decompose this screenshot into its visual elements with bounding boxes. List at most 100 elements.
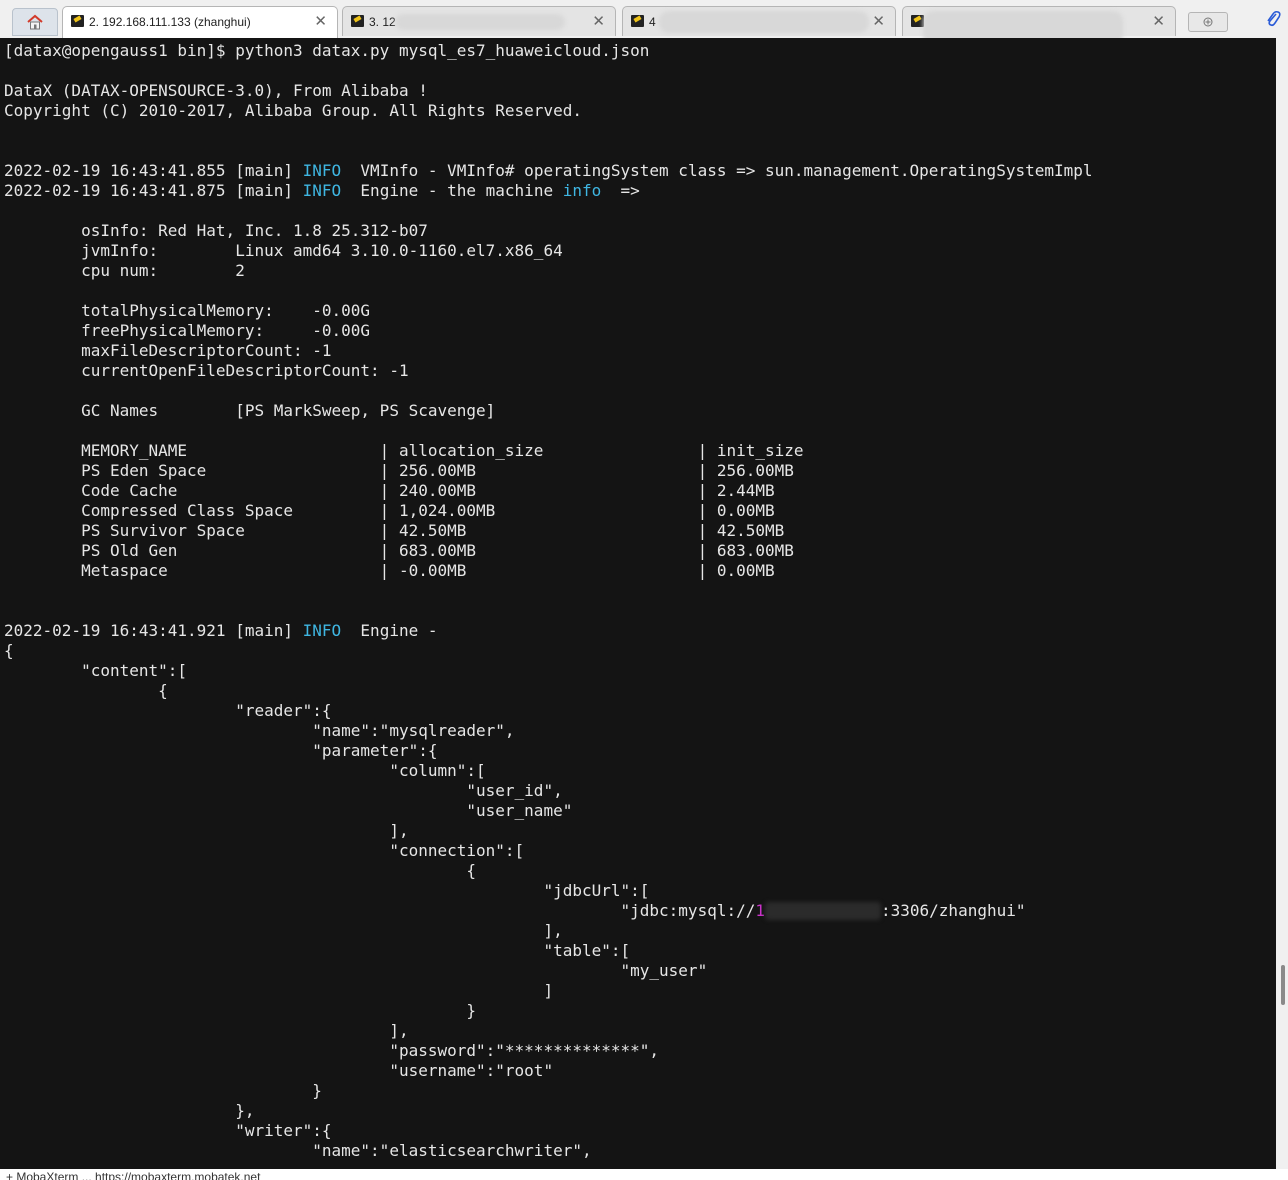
terminal-text-segment: cpu num: 2: [4, 261, 245, 280]
terminal-line: currentOpenFileDescriptorCount: -1: [4, 361, 1093, 381]
log-level-info: INFO: [302, 161, 342, 180]
terminal-line: PS Old Gen | 683.00MB | 683.00MB: [4, 541, 1093, 561]
terminal-text-segment: [datax@opengauss1 bin]$ python3 datax.py…: [4, 41, 650, 60]
terminal-line: ],: [4, 921, 1093, 941]
terminal-text-segment: "my_user": [4, 961, 708, 980]
terminal-text-segment: Copyright (C) 2010-2017, Alibaba Group. …: [4, 101, 582, 120]
terminal-text-segment: },: [4, 1101, 255, 1120]
tab-session-5[interactable]: ✕: [902, 6, 1176, 45]
terminal-text-segment: GC Names [PS MarkSweep, PS Scavenge]: [4, 401, 496, 420]
terminal-session-icon: [71, 15, 84, 27]
terminal-line: 2022-02-19 16:43:41.921 [main] INFO Engi…: [4, 621, 1093, 641]
terminal-text-segment: =>: [601, 181, 640, 200]
home-icon: [27, 14, 43, 30]
terminal-text-segment: "name":"elasticsearchwriter",: [4, 1141, 592, 1160]
terminal-line: [datax@opengauss1 bin]$ python3 datax.py…: [4, 41, 1093, 61]
tab-session-2[interactable]: 2. 192.168.111.133 (zhanghui) ✕: [62, 6, 338, 38]
terminal-text-segment: Engine -: [341, 621, 438, 640]
terminal-text-segment: "table":[: [4, 941, 631, 960]
terminal-text-segment: "parameter":{: [4, 741, 438, 760]
terminal-line: Copyright (C) 2010-2017, Alibaba Group. …: [4, 101, 1093, 121]
close-icon[interactable]: ✕: [1152, 12, 1165, 30]
terminal-text-segment: ]: [4, 981, 554, 1000]
terminal-line: "parameter":{: [4, 741, 1093, 761]
terminal-text-segment: currentOpenFileDescriptorCount: -1: [4, 361, 409, 380]
terminal-text-segment: "password":"**************",: [4, 1041, 660, 1060]
terminal-text-segment: freePhysicalMemory: -0.00G: [4, 321, 371, 340]
tab-session-4[interactable]: 4 ✕: [622, 6, 896, 36]
terminal-line: jvmInfo: Linux amd64 3.10.0-1160.el7.x86…: [4, 241, 1093, 261]
tab-label: 3. 12: [369, 15, 396, 29]
terminal-text-segment: "name":"mysqlreader",: [4, 721, 515, 740]
terminal-line: "jdbc:mysql://1:3306/zhanghui": [4, 901, 1093, 921]
terminal-line: "my_user": [4, 961, 1093, 981]
terminal-line: "password":"**************",: [4, 1041, 1093, 1061]
terminal-text-segment: PS Old Gen | 683.00MB | 683.00MB: [4, 541, 794, 560]
terminal-output[interactable]: [datax@opengauss1 bin]$ python3 datax.py…: [0, 38, 1276, 1169]
paperclip-icon[interactable]: [1265, 9, 1281, 29]
terminal-line: ],: [4, 821, 1093, 841]
terminal-line: Code Cache | 240.00MB | 2.44MB: [4, 481, 1093, 501]
terminal-line: DataX (DATAX-OPENSOURCE-3.0), From Aliba…: [4, 81, 1093, 101]
terminal-line: PS Survivor Space | 42.50MB | 42.50MB: [4, 521, 1093, 541]
terminal-text-segment: "connection":[: [4, 841, 525, 860]
terminal-line: "name":"mysqlreader",: [4, 721, 1093, 741]
tab-bar: 2. 192.168.111.133 (zhanghui) ✕ 3. 12 ✕ …: [0, 0, 1288, 45]
terminal-text-segment: Engine - the machine: [341, 181, 563, 200]
terminal-line: totalPhysicalMemory: -0.00G: [4, 301, 1093, 321]
terminal-line: {: [4, 861, 1093, 881]
terminal-text-segment: Metaspace | -0.00MB | 0.00MB: [4, 561, 775, 580]
terminal-text-segment: "column":[: [4, 761, 486, 780]
terminal-line: 2022-02-19 16:43:41.855 [main] INFO VMIn…: [4, 161, 1093, 181]
tab-label: 4: [649, 15, 656, 29]
terminal-text-segment: osInfo: Red Hat, Inc. 1.8 25.312-b07: [4, 221, 428, 240]
redacted-area: [659, 11, 869, 33]
terminal-text-segment: "content":[: [4, 661, 188, 680]
redacted-area: [765, 902, 881, 920]
terminal-text-segment: {: [4, 861, 477, 880]
terminal-line: ],: [4, 1021, 1093, 1041]
terminal-line: freePhysicalMemory: -0.00G: [4, 321, 1093, 341]
terminal-text-segment: :3306/zhanghui": [881, 901, 1026, 920]
terminal-line: "user_id",: [4, 781, 1093, 801]
terminal-session-icon: [631, 15, 644, 27]
terminal-line: "connection":[: [4, 841, 1093, 861]
terminal-text-segment: PS Survivor Space | 42.50MB | 42.50MB: [4, 521, 785, 540]
terminal-line: {: [4, 641, 1093, 661]
terminal-text-segment: "reader":{: [4, 701, 332, 720]
log-level-info: info: [562, 181, 602, 200]
terminal-line: "column":[: [4, 761, 1093, 781]
new-tab-button[interactable]: [1188, 12, 1228, 32]
terminal-text-segment: {: [4, 641, 14, 660]
terminal-line: MEMORY_NAME | allocation_size | init_siz…: [4, 441, 1093, 461]
terminal-line: GC Names [PS MarkSweep, PS Scavenge]: [4, 401, 1093, 421]
scrollbar-thumb[interactable]: [1281, 965, 1285, 1005]
close-icon[interactable]: ✕: [314, 12, 327, 30]
terminal-line: }: [4, 1001, 1093, 1021]
terminal-text-segment: totalPhysicalMemory: -0.00G: [4, 301, 371, 320]
terminal-scrollbar[interactable]: [1276, 38, 1288, 1169]
terminal-text-segment: {: [4, 681, 168, 700]
terminal-line: "jdbcUrl":[: [4, 881, 1093, 901]
terminal-text-segment: 2022-02-19 16:43:41.855 [main]: [4, 161, 303, 180]
terminal-line: "table":[: [4, 941, 1093, 961]
terminal-text-segment: Compressed Class Space | 1,024.00MB | 0.…: [4, 501, 775, 520]
terminal-line: Metaspace | -0.00MB | 0.00MB: [4, 561, 1093, 581]
terminal-session-icon: [351, 15, 364, 27]
status-text: + MobaXterm ... https://mobaxterm.mobate…: [6, 1170, 261, 1180]
close-icon[interactable]: ✕: [872, 12, 885, 30]
terminal-line: PS Eden Space | 256.00MB | 256.00MB: [4, 461, 1093, 481]
home-button[interactable]: [12, 8, 58, 36]
tab-session-3[interactable]: 3. 12 ✕: [342, 6, 616, 36]
terminal-line: "username":"root": [4, 1061, 1093, 1081]
terminal-line: 2022-02-19 16:43:41.875 [main] INFO Engi…: [4, 181, 1093, 201]
log-level-info: INFO: [302, 621, 342, 640]
close-icon[interactable]: ✕: [592, 12, 605, 30]
terminal-line: maxFileDescriptorCount: -1: [4, 341, 1093, 361]
